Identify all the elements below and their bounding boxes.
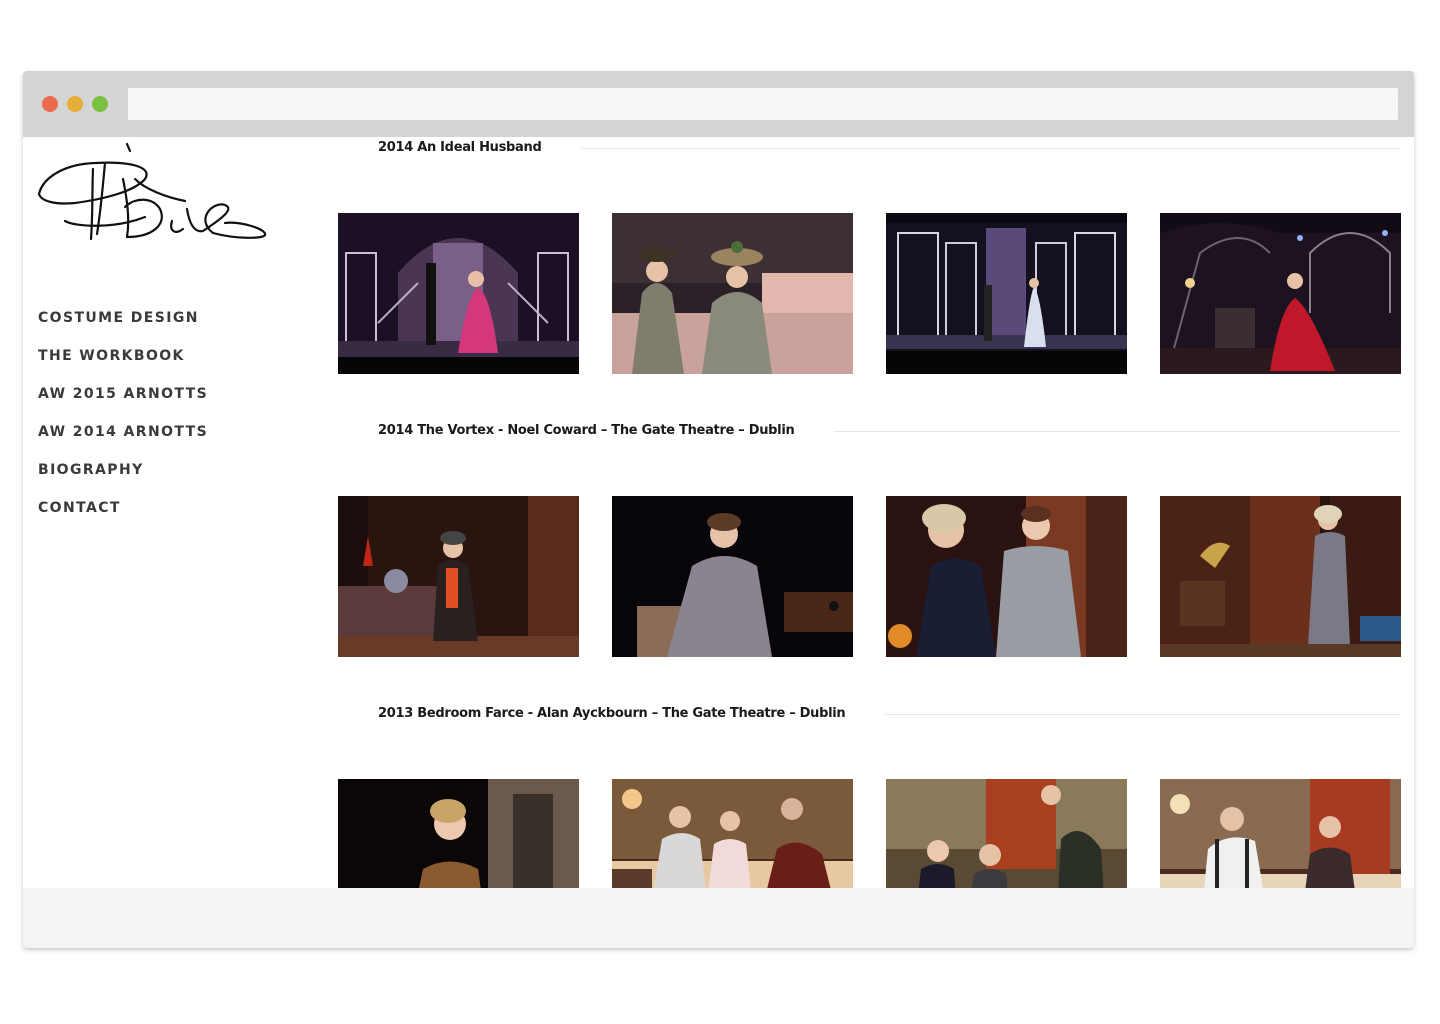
photo-row xyxy=(338,779,1401,888)
nav-item-aw-2015-arnotts[interactable]: AW 2015 ARNOTTS xyxy=(38,385,208,423)
gallery-thumbnail[interactable] xyxy=(612,213,853,374)
gallery-thumbnail[interactable] xyxy=(886,779,1127,888)
gallery-thumbnail[interactable] xyxy=(338,496,579,657)
signature-logo[interactable] xyxy=(35,139,267,247)
minimize-window-button[interactable] xyxy=(67,96,83,112)
photo-row xyxy=(338,213,1401,374)
nav-item-aw-2014-arnotts[interactable]: AW 2014 ARNOTTS xyxy=(38,423,208,461)
gallery-thumbnail[interactable] xyxy=(886,213,1127,374)
browser-titlebar xyxy=(23,71,1414,137)
gallery-thumbnail[interactable] xyxy=(338,213,579,374)
close-window-button[interactable] xyxy=(42,96,58,112)
photo-row xyxy=(338,496,1401,657)
gallery-thumbnail[interactable] xyxy=(338,779,579,888)
address-bar[interactable] xyxy=(128,88,1398,120)
gallery-thumbnail[interactable] xyxy=(886,496,1127,657)
gallery-thumbnail[interactable] xyxy=(612,496,853,657)
gallery-thumbnail[interactable] xyxy=(1160,213,1401,374)
page-content: COSTUME DESIGN THE WORKBOOK AW 2015 ARNO… xyxy=(23,137,1414,888)
nav-item-biography[interactable]: BIOGRAPHY xyxy=(38,461,208,499)
browser-window: COSTUME DESIGN THE WORKBOOK AW 2015 ARNO… xyxy=(23,71,1414,948)
section-title: 2014 The Vortex - Noel Coward – The Gate… xyxy=(378,421,835,441)
section-title: 2013 Bedroom Farce - Alan Ayckbourn – Th… xyxy=(378,704,886,724)
gallery-thumbnail[interactable] xyxy=(1160,779,1401,888)
section-header: 2014 The Vortex - Noel Coward – The Gate… xyxy=(378,421,1400,441)
nav-item-costume-design[interactable]: COSTUME DESIGN xyxy=(38,309,208,347)
gallery-thumbnail[interactable] xyxy=(612,779,853,888)
maximize-window-button[interactable] xyxy=(92,96,108,112)
nav-item-contact[interactable]: CONTACT xyxy=(38,499,208,537)
section-header: 2013 Bedroom Farce - Alan Ayckbourn – Th… xyxy=(378,704,1400,724)
section-header: 2014 An Ideal Husband xyxy=(378,138,1400,158)
gallery-thumbnail[interactable] xyxy=(1160,496,1401,657)
page-footer xyxy=(23,888,1414,948)
nav-item-the-workbook[interactable]: THE WORKBOOK xyxy=(38,347,208,385)
section-title: 2014 An Ideal Husband xyxy=(378,138,582,158)
main-nav: COSTUME DESIGN THE WORKBOOK AW 2015 ARNO… xyxy=(38,309,208,537)
